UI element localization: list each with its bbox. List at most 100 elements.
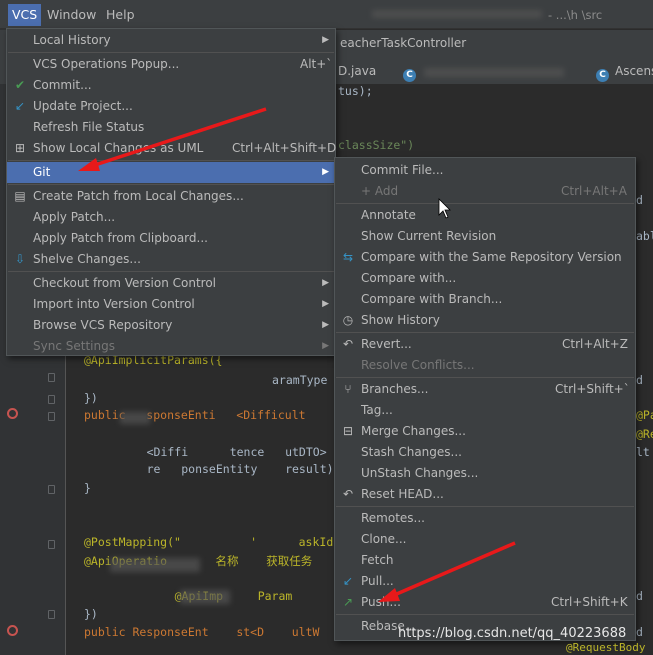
menu-item-push[interactable]: ↗ Push... Ctrl+Shift+K — [335, 592, 635, 613]
menu-item-apply-patch[interactable]: Apply Patch... — [7, 207, 335, 228]
menu-item-label: Browse VCS Repository — [33, 318, 173, 332]
menu-item-show-local-changes-uml[interactable]: ⊞ Show Local Changes as UML Ctrl+Alt+Shi… — [7, 138, 336, 159]
menu-item-label: Branches... — [361, 382, 429, 396]
shelve-icon: ⇩ — [14, 252, 26, 266]
menu-item-annotate[interactable]: Annotate — [335, 205, 635, 226]
menu-item-commit[interactable]: ✔ Commit... — [7, 75, 335, 96]
code-line: } — [84, 481, 91, 495]
menu-item-commit-file[interactable]: Commit File... — [335, 160, 635, 181]
check-icon: ✔ — [14, 78, 26, 92]
class-icon: C — [403, 69, 416, 82]
code-line: d — [636, 373, 643, 387]
menu-item-stash-changes[interactable]: Stash Changes... — [335, 442, 635, 463]
menu-item-label: Tag... — [361, 403, 393, 417]
menu-item-label: VCS Operations Popup... — [33, 57, 180, 71]
blurred-tab — [424, 68, 564, 77]
menu-separator — [336, 506, 634, 507]
menu-separator — [336, 332, 634, 333]
fold-icon[interactable] — [48, 412, 55, 421]
menu-item-fetch[interactable]: Fetch — [335, 550, 635, 571]
menu-item-compare-with[interactable]: Compare with... — [335, 268, 635, 289]
blurred-code — [110, 558, 200, 572]
menu-item-refresh-file-status[interactable]: Refresh File Status — [7, 117, 335, 138]
menu-item-label: Checkout from Version Control — [33, 276, 217, 290]
menu-item-import[interactable]: Import into Version Control ▶ — [7, 294, 335, 315]
menu-item-shelve-changes[interactable]: ⇩ Shelve Changes... — [7, 249, 335, 270]
menu-item-browse-vcs[interactable]: Browse VCS Repository ▶ — [7, 315, 335, 336]
menu-item-remotes[interactable]: Remotes... — [335, 508, 635, 529]
code-annotation: @RequestBody — [566, 641, 646, 654]
revert-icon: ↶ — [342, 337, 354, 351]
menu-window[interactable]: Window — [43, 4, 100, 26]
menu-item-add[interactable]: + Add Ctrl+Alt+A — [335, 181, 635, 202]
breakpoint-icon[interactable] — [7, 408, 18, 419]
menu-item-checkout[interactable]: Checkout from Version Control ▶ — [7, 273, 335, 294]
menu-help[interactable]: Help — [102, 4, 139, 26]
tab-ascens-label: Ascens — [615, 64, 653, 78]
submenu-arrow-icon: ▶ — [322, 278, 329, 288]
menu-separator — [8, 184, 334, 185]
tab-blurred[interactable]: C — [403, 60, 422, 82]
menu-item-shortcut: Ctrl+Shift+K — [551, 595, 628, 609]
menu-item-label: Git — [33, 165, 51, 179]
menu-item-revert[interactable]: ↶ Revert... Ctrl+Alt+Z — [335, 334, 635, 355]
menu-item-label: Clone... — [361, 532, 407, 546]
code-line: @Pat — [636, 408, 653, 422]
fold-icon[interactable] — [48, 540, 55, 549]
fold-icon[interactable] — [48, 485, 55, 494]
code-line: }) — [84, 391, 98, 405]
menu-item-git[interactable]: Git ▶ — [7, 162, 335, 183]
tab-dto-label: D.java — [338, 64, 377, 78]
blurred-code — [180, 590, 230, 604]
tab-dto-java[interactable]: D.java — [338, 60, 376, 82]
code-line: <Diffi tence utDTO> — [112, 445, 327, 459]
code-line: }) — [84, 607, 98, 621]
code-line: re ponseEntity result) — [112, 462, 334, 476]
menu-item-compare-with-branch[interactable]: Compare with Branch... — [335, 289, 635, 310]
menu-item-local-history[interactable]: Local History ▶ — [7, 30, 335, 51]
clock-icon: ◷ — [342, 313, 354, 327]
breadcrumb-controller[interactable]: eacherTaskController — [340, 32, 466, 54]
menu-item-label: UnStash Changes... — [361, 466, 479, 480]
menu-item-vcs-operations-popup[interactable]: VCS Operations Popup... Alt+` — [7, 54, 335, 75]
fold-icon[interactable] — [48, 610, 55, 619]
menu-item-label: Commit... — [33, 78, 92, 92]
submenu-arrow-icon: ▶ — [322, 341, 329, 351]
menu-item-resolve-conflicts[interactable]: Resolve Conflicts... — [335, 355, 635, 376]
menu-item-sync-settings[interactable]: Sync Settings ▶ — [7, 336, 335, 357]
fold-icon[interactable] — [48, 373, 55, 382]
vcs-menu: Local History ▶ VCS Operations Popup... … — [6, 28, 336, 356]
menu-item-show-current-revision[interactable]: Show Current Revision — [335, 226, 635, 247]
tab-ascens[interactable]: C Ascens — [596, 60, 653, 82]
menu-item-label: Compare with... — [361, 271, 457, 285]
menu-item-label: Fetch — [361, 553, 394, 567]
menu-item-shortcut: Ctrl+Shift+` — [555, 382, 630, 396]
menu-item-create-patch[interactable]: ▤ Create Patch from Local Changes... — [7, 186, 335, 207]
breakpoint-icon[interactable] — [7, 625, 18, 636]
code-line: classSize") — [338, 138, 415, 152]
compare-arrows-icon: ⇆ — [342, 250, 354, 264]
menu-item-label: Shelve Changes... — [33, 252, 141, 266]
menu-item-label: Pull... — [361, 574, 394, 588]
fold-icon[interactable] — [48, 395, 55, 404]
pull-arrow-icon: ↙ — [342, 574, 354, 588]
menu-item-show-history[interactable]: ◷ Show History — [335, 310, 635, 331]
watermark: https://blog.csdn.net/qq_40223688 — [398, 626, 627, 641]
submenu-arrow-icon: ▶ — [322, 320, 329, 330]
menu-item-label: Show Local Changes as UML — [33, 141, 204, 155]
menu-item-merge-changes[interactable]: ⊟ Merge Changes... — [335, 421, 635, 442]
menu-item-compare-same-repo[interactable]: ⇆ Compare with the Same Repository Versi… — [335, 247, 635, 268]
menu-item-reset-head[interactable]: ↶ Reset HEAD... — [335, 484, 635, 505]
menu-item-tag[interactable]: Tag... — [335, 400, 635, 421]
menu-item-label: Import into Version Control — [33, 297, 195, 311]
merge-icon: ⊟ — [342, 424, 354, 438]
menu-item-label: Reset HEAD... — [361, 487, 444, 501]
menu-vcs[interactable]: VCS — [8, 4, 42, 26]
menu-item-clone[interactable]: Clone... — [335, 529, 635, 550]
menu-item-apply-patch-clipboard[interactable]: Apply Patch from Clipboard... — [7, 228, 335, 249]
menu-item-branches[interactable]: ⑂ Branches... Ctrl+Shift+` — [335, 379, 635, 400]
menu-item-pull[interactable]: ↙ Pull... — [335, 571, 635, 592]
menu-item-update-project[interactable]: ↙ Update Project... — [7, 96, 335, 117]
submenu-arrow-icon: ▶ — [322, 299, 329, 309]
menu-item-unstash-changes[interactable]: UnStash Changes... — [335, 463, 635, 484]
